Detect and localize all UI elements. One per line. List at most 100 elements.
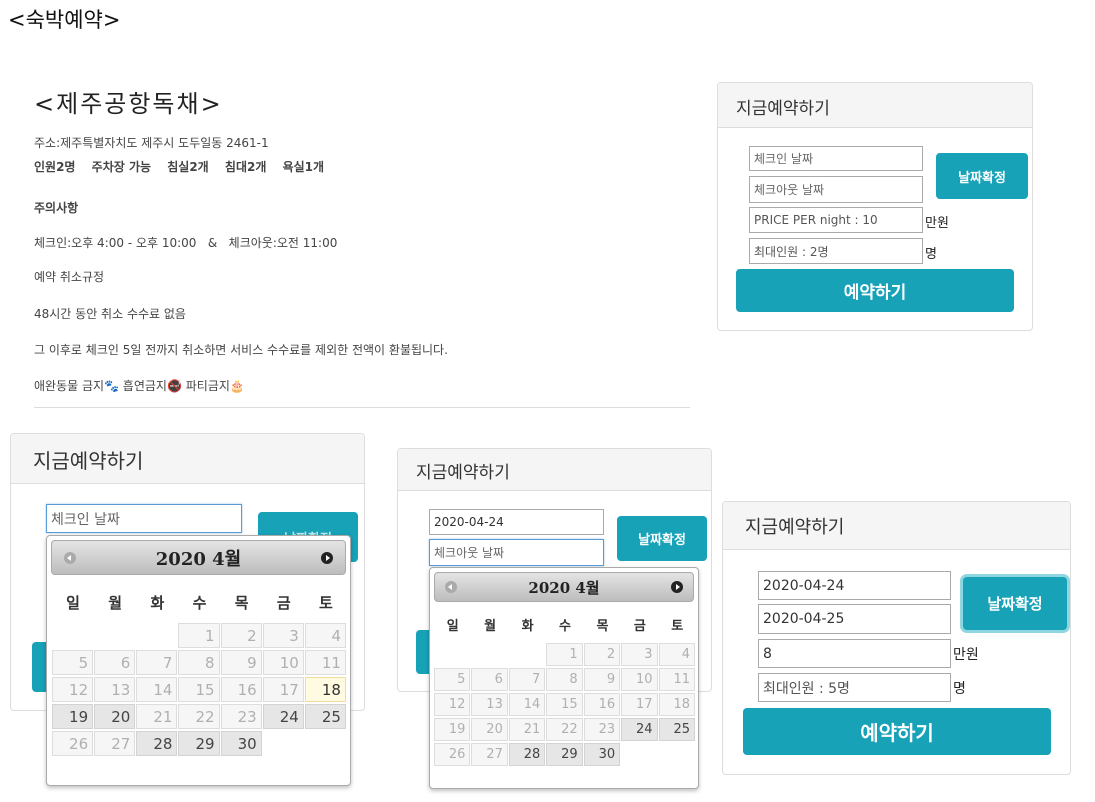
- day-cell: 27: [94, 731, 136, 756]
- weekday-label: 일: [66, 593, 80, 612]
- price-input[interactable]: PRICE PER night : 10: [749, 207, 923, 233]
- next-month-icon[interactable]: [671, 581, 683, 593]
- day-cell: 8: [546, 668, 583, 691]
- max-guests-input[interactable]: 최대인원 : 2명: [749, 238, 923, 264]
- day-blank: [52, 623, 93, 648]
- datepicker-header: 2020 4월: [51, 540, 346, 575]
- amenity-guests: 인원2명: [34, 160, 76, 174]
- amenity-parking: 주차장 가능: [91, 160, 152, 174]
- day-cell: 9: [583, 668, 621, 691]
- day-cell: 19: [434, 718, 471, 741]
- check-times: 체크인:오후 4:00 - 오후 10:00 & 체크아웃:오전 11:00: [34, 236, 338, 250]
- cancel-rule-2: 그 이후로 체크인 5일 전까지 취소하면 서비스 수수료를 제외한 전액이 환…: [34, 343, 448, 357]
- weekday-row: 일 월 화 수 목 금 토: [434, 610, 696, 638]
- day-cell: 21: [508, 718, 546, 741]
- price-unit: 만원: [953, 647, 979, 663]
- guests-unit: 명: [953, 681, 966, 697]
- day-cell: 20: [471, 718, 508, 741]
- panel-header: 지금예약하기: [398, 449, 711, 491]
- weekday-label: 목: [234, 593, 249, 612]
- datepicker-title: 2020 4월: [528, 578, 600, 597]
- weekday-label: 수: [559, 618, 571, 634]
- datepicker-header: 2020 4월: [434, 572, 694, 602]
- prev-month-icon[interactable]: [445, 581, 457, 593]
- weekday-label: 월: [484, 618, 497, 634]
- confirm-dates-button[interactable]: 날짜확정: [936, 153, 1028, 199]
- weekday-label: 목: [596, 618, 609, 634]
- day-cell[interactable]: 19: [52, 704, 94, 729]
- day-cell: 3: [621, 643, 658, 666]
- day-cell: 3: [262, 623, 304, 648]
- day-cell: 15: [178, 677, 220, 702]
- day-cell: 7: [508, 668, 546, 691]
- day-cell: 23: [220, 704, 262, 729]
- confirm-dates-button[interactable]: 날짜확정: [617, 516, 707, 561]
- next-month-icon[interactable]: [321, 551, 333, 564]
- day-cell: 2: [583, 643, 621, 666]
- datepicker-checkout: 2020 4월 일 월 화 수 목 금 토 1 2 3 4 5 6 7 8 9 10 11 12 13 1…: [429, 567, 699, 789]
- day-cell: 12: [52, 677, 94, 702]
- day-cell: 14: [136, 677, 178, 702]
- day-cell: 6: [94, 650, 136, 675]
- day-blank: [509, 643, 545, 666]
- house-rules: 애완동물 금지🐾 흡연금지🚭 파티금지🎂: [34, 379, 245, 393]
- day-cell: 27: [471, 743, 508, 766]
- day-cell: 16: [583, 693, 621, 716]
- day-cell: 4: [304, 623, 346, 648]
- day-cell: 5: [52, 650, 94, 675]
- weekday-label: 토: [319, 593, 333, 612]
- day-cell[interactable]: 25: [304, 704, 346, 729]
- reserve-button[interactable]: 예약하기: [743, 708, 1051, 755]
- checkin-input[interactable]: 2020-04-24: [429, 509, 604, 535]
- cancel-policy-title: 예약 취소규정: [34, 270, 105, 284]
- day-cell: 10: [262, 650, 304, 675]
- day-cell: 9: [220, 650, 262, 675]
- day-cell: 17: [262, 677, 304, 702]
- day-cell[interactable]: 24: [262, 704, 304, 729]
- price-unit: 만원: [925, 216, 949, 231]
- day-cell[interactable]: 18: [304, 677, 346, 702]
- weekday-label: 화: [521, 618, 534, 634]
- day-cell: 15: [546, 693, 583, 716]
- panel-header: 지금예약하기: [11, 434, 364, 484]
- day-blank: [434, 643, 470, 666]
- day-cell[interactable]: 24: [621, 718, 658, 741]
- amenity-list: 인원2명 주차장 가능 침실2개 침대2개 욕실1개: [34, 158, 336, 175]
- price-input[interactable]: 8: [758, 639, 951, 668]
- day-cell: 12: [434, 693, 471, 716]
- day-cell[interactable]: 20: [94, 704, 136, 729]
- day-cell[interactable]: 28: [508, 743, 546, 766]
- notice-title: 주의사항: [34, 201, 79, 215]
- prev-month-icon[interactable]: [64, 551, 76, 564]
- checkin-input[interactable]: 체크인 날짜: [749, 146, 923, 171]
- weekday-label: 화: [150, 593, 165, 612]
- checkout-input[interactable]: 2020-04-25: [758, 604, 951, 634]
- max-guests-input[interactable]: 최대인원 : 5명: [758, 673, 951, 702]
- day-cell[interactable]: 30: [583, 743, 621, 766]
- day-cell[interactable]: 28: [136, 731, 178, 756]
- checkin-input[interactable]: 2020-04-24: [758, 571, 951, 600]
- amenity-bathrooms: 욕실1개: [282, 160, 325, 174]
- checkout-input[interactable]: 체크아웃 날짜: [429, 539, 604, 566]
- confirm-dates-button[interactable]: 날짜확정: [963, 577, 1067, 630]
- day-cell: 26: [434, 743, 471, 766]
- amenity-bedrooms: 침실2개: [167, 160, 209, 174]
- weekday-label: 일: [446, 618, 459, 634]
- day-cell[interactable]: 30: [220, 731, 262, 756]
- day-cell: 2: [220, 623, 262, 648]
- weekday-label: 수: [192, 593, 207, 612]
- day-cell[interactable]: 29: [546, 743, 583, 766]
- weekday-label: 금: [276, 593, 291, 612]
- day-cell[interactable]: 29: [178, 731, 220, 756]
- checkout-input[interactable]: 체크아웃 날짜: [749, 176, 923, 203]
- datepicker-checkin: 2020 4월 일 월 화 수 목 금 토 1 2 3 4 5 6 7 8 9 10 11 12 13 1…: [46, 535, 351, 786]
- section-divider: [34, 407, 690, 408]
- weekday-label: 토: [671, 618, 684, 634]
- reserve-button[interactable]: 예약하기: [736, 269, 1014, 312]
- datepicker-title: 2020 4월: [155, 548, 242, 570]
- day-cell: 10: [621, 668, 658, 691]
- lodging-name: <제주공항독채>: [34, 90, 223, 118]
- checkin-input[interactable]: 체크인 날짜: [46, 504, 242, 533]
- day-cell[interactable]: 25: [658, 718, 695, 741]
- day-cell: 22: [178, 704, 220, 729]
